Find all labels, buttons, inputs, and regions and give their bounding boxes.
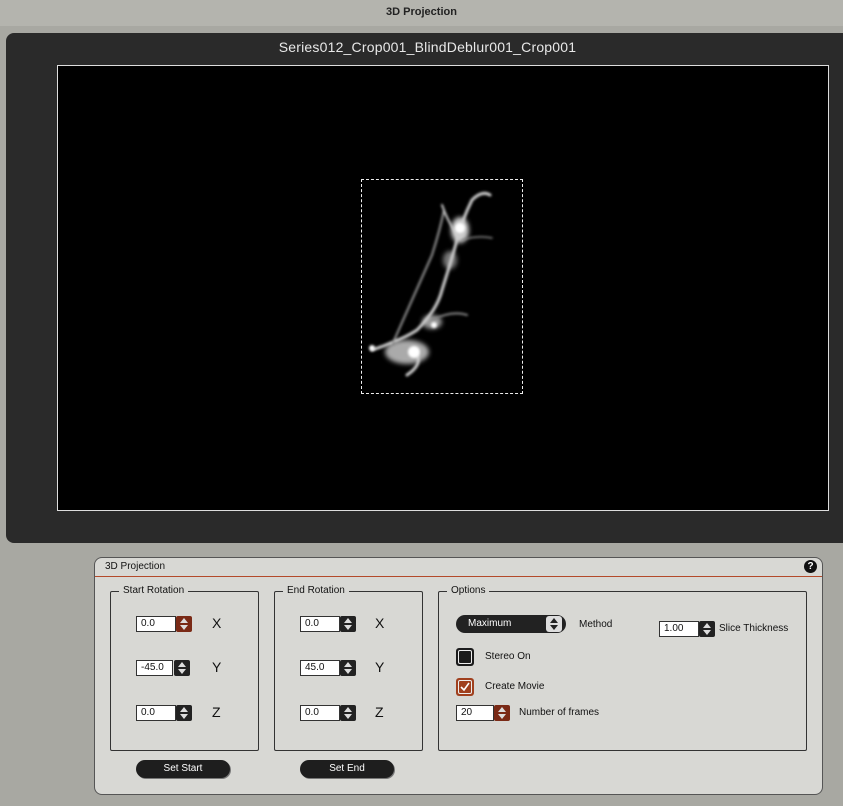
start-z-label: Z (212, 704, 221, 720)
start-y-label: Y (212, 659, 222, 675)
projection-image (369, 191, 493, 377)
panel-title: 3D Projection (105, 561, 166, 572)
checkmark-icon (458, 680, 472, 694)
stepper-arrows-icon[interactable] (174, 660, 190, 676)
options-legend: Options (447, 585, 490, 596)
stereo-label: Stereo On (485, 651, 531, 662)
stepper-arrows-icon[interactable] (176, 705, 192, 721)
slice-thickness-field[interactable]: 1.00 (659, 621, 699, 637)
start-y-field[interactable]: -45.0 (136, 660, 173, 676)
stereo-checkbox[interactable] (456, 648, 474, 666)
panel-header: 3D Projection ? (95, 558, 822, 577)
select-arrows-icon (546, 616, 562, 632)
stepper-arrows-icon[interactable] (340, 616, 356, 632)
method-select[interactable]: Maximum (456, 615, 566, 633)
stepper-arrows-icon[interactable] (340, 660, 356, 676)
end-y-field[interactable]: 45.0 (300, 660, 340, 676)
stepper-arrows-icon[interactable] (699, 621, 715, 637)
frames-label: Number of frames (519, 707, 600, 718)
region-of-interest[interactable] (361, 179, 523, 394)
set-end-button[interactable]: Set End (300, 760, 394, 778)
set-start-button[interactable]: Set Start (136, 760, 230, 778)
slice-thickness-label: Slice Thickness (719, 623, 789, 634)
end-x-label: X (375, 615, 385, 631)
create-movie-checkbox[interactable] (456, 678, 474, 696)
checkbox-empty-icon (458, 650, 472, 664)
stepper-arrows-icon[interactable] (176, 616, 192, 632)
end-z-label: Z (375, 704, 384, 720)
method-value: Maximum (468, 618, 512, 629)
start-x-field[interactable]: 0.0 (136, 616, 176, 632)
question-mark-icon[interactable]: ? (804, 560, 817, 573)
window-title: 3D Projection (386, 6, 457, 18)
method-label: Method (579, 619, 613, 630)
start-rotation-legend: Start Rotation (119, 585, 189, 596)
end-z-field[interactable]: 0.0 (300, 705, 340, 721)
create-movie-label: Create Movie (485, 681, 545, 692)
image-title: Series012_Crop001_BlindDeblur001_Crop001 (278, 39, 577, 55)
stepper-arrows-icon[interactable] (340, 705, 356, 721)
frames-field[interactable]: 20 (456, 705, 494, 721)
projection-canvas[interactable] (57, 65, 829, 511)
end-x-field[interactable]: 0.0 (300, 616, 340, 632)
end-rotation-legend: End Rotation (283, 585, 349, 596)
start-x-label: X (212, 615, 222, 631)
end-y-label: Y (375, 659, 385, 675)
stepper-arrows-icon[interactable] (494, 705, 510, 721)
image-viewer: Series012_Crop001_BlindDeblur001_Crop001 (6, 33, 843, 543)
window-titlebar: 3D Projection (0, 0, 843, 26)
start-z-field[interactable]: 0.0 (136, 705, 176, 721)
